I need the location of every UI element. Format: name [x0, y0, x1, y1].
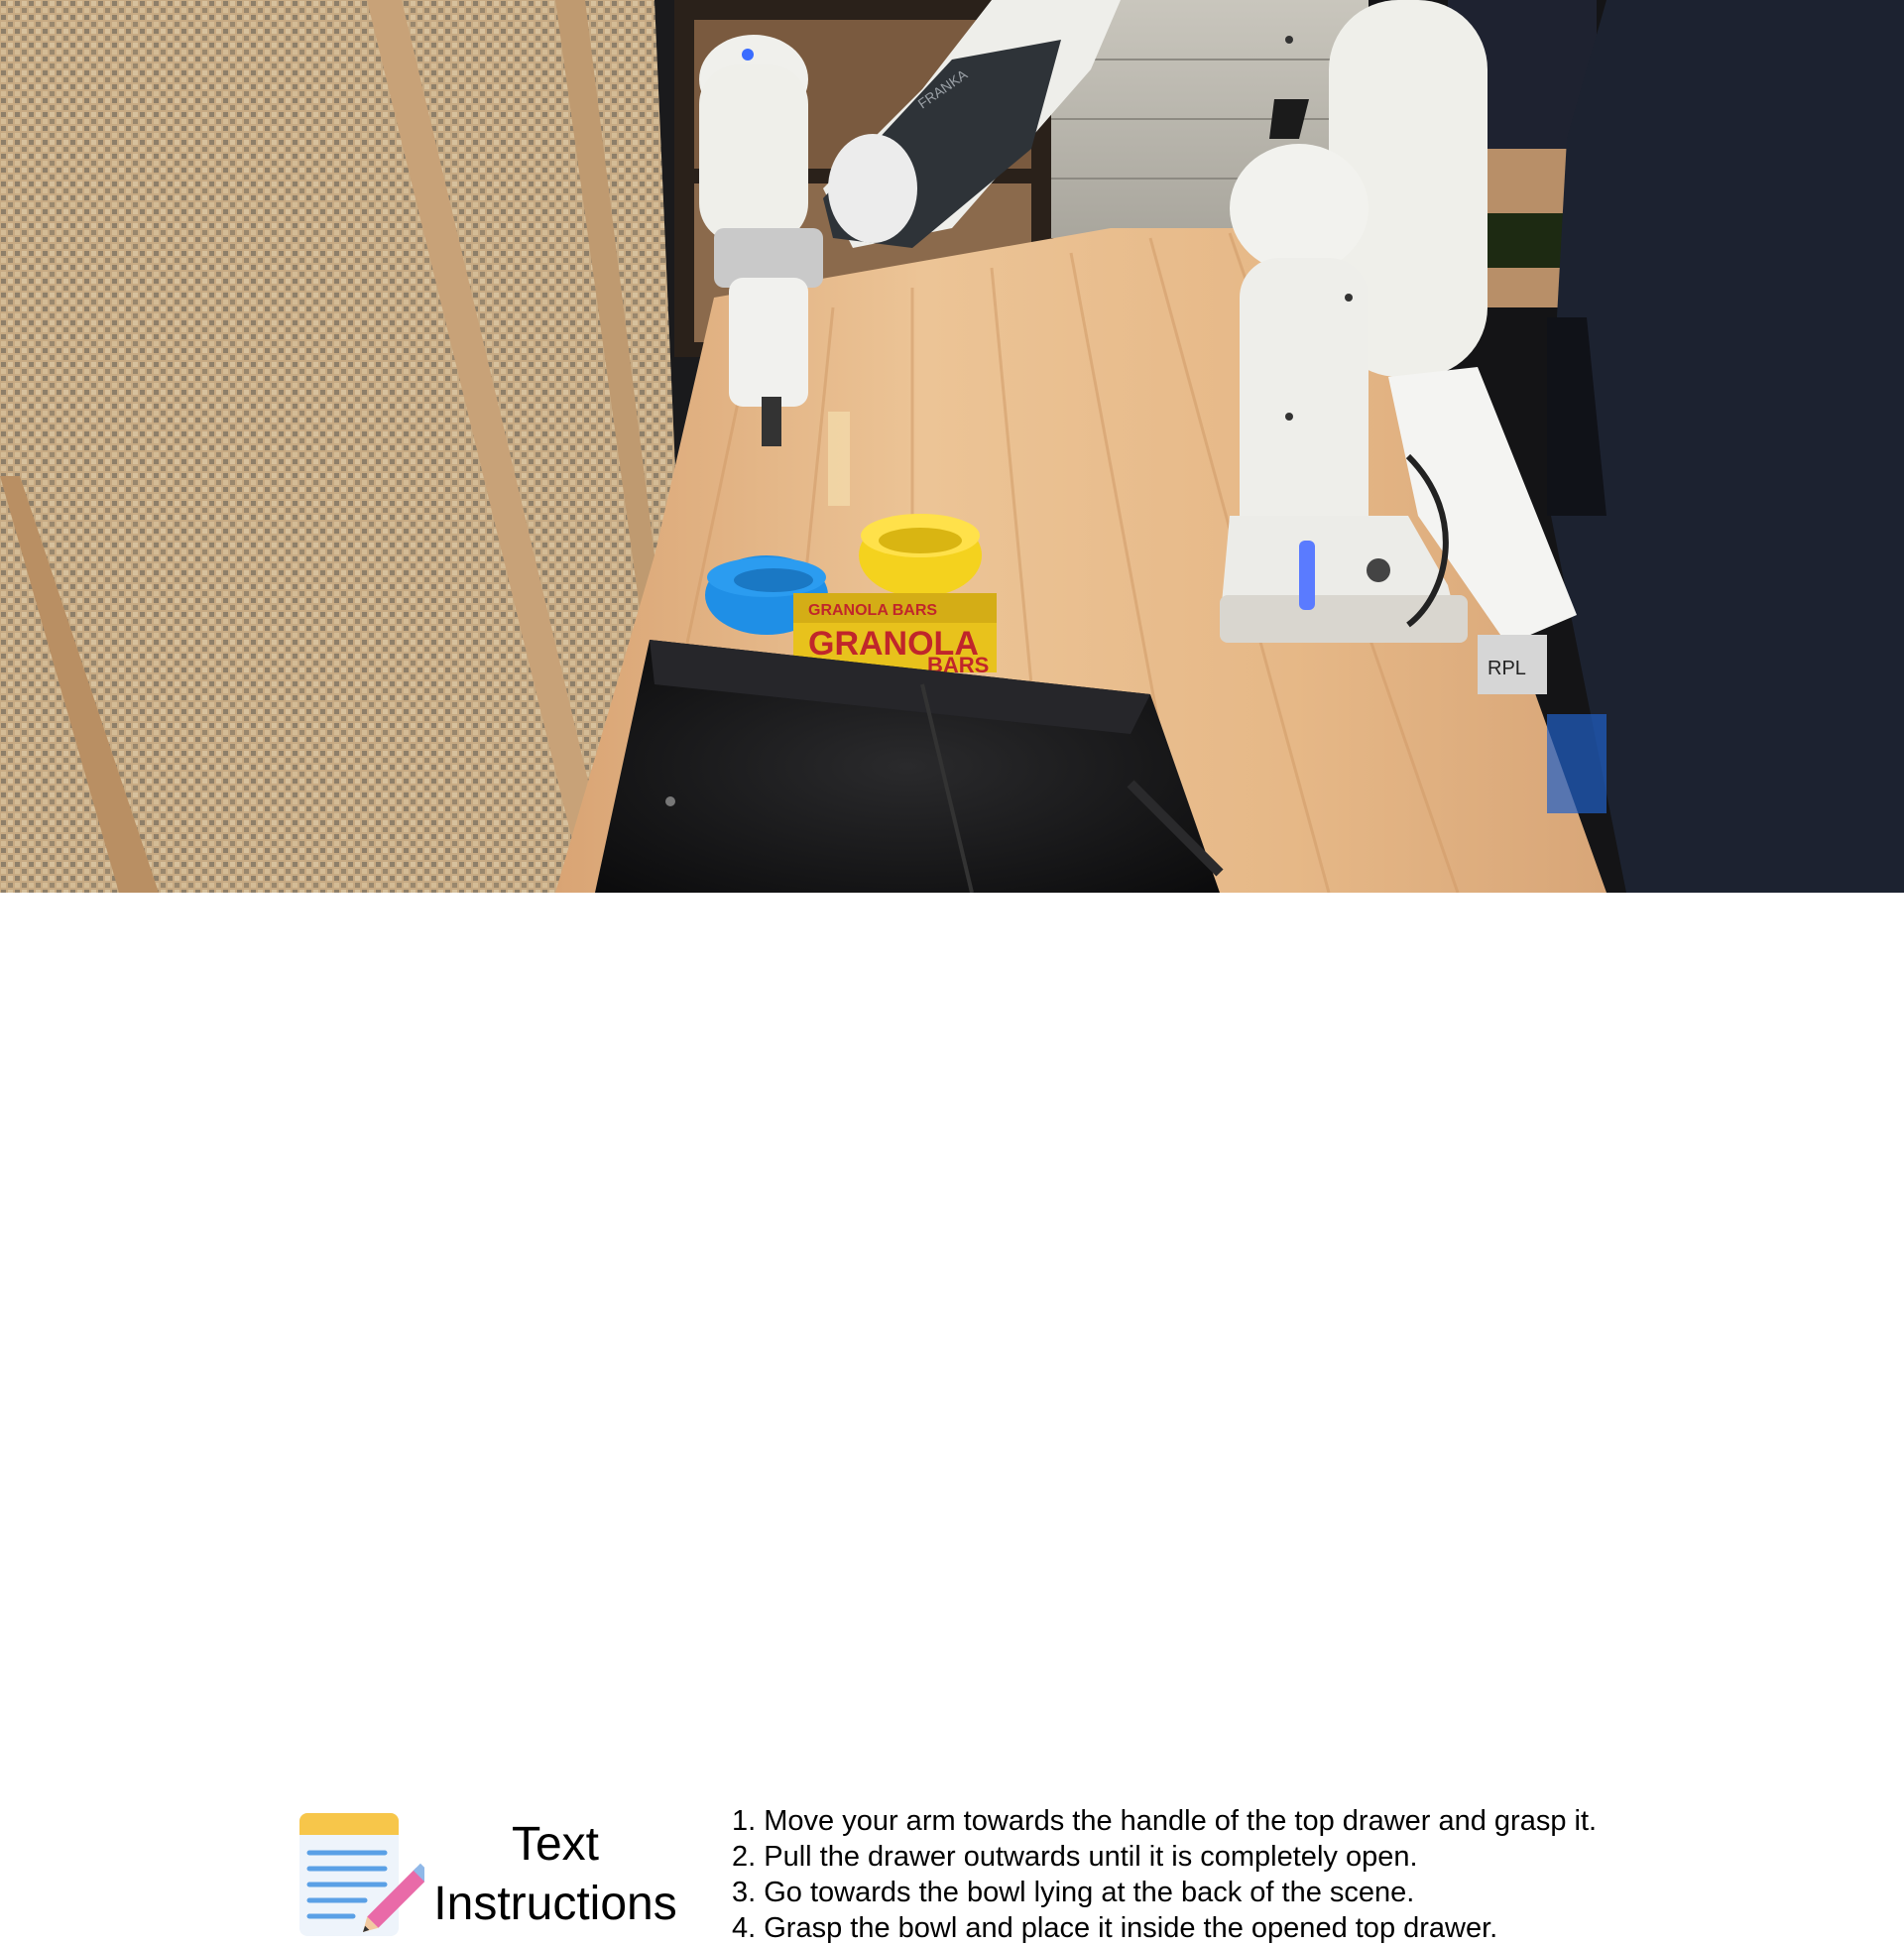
granola-box-top-label: GRANOLA BARS: [808, 602, 937, 619]
instruction-list: 1. Move your arm towards the handle of t…: [732, 1803, 1597, 1946]
panel-title-line2: Instructions: [433, 1878, 677, 1930]
instruction-step: 1. Move your arm towards the handle of t…: [732, 1805, 1598, 1837]
panel-title: Text Instructions: [426, 1815, 684, 1934]
yellow-bowl: [859, 514, 982, 597]
rpl-sticker-label: RPL: [1488, 658, 1526, 679]
notepad-pencil-icon: [299, 1813, 424, 1936]
instruction-step: 2. Pull the drawer outwards until it is …: [732, 1841, 1418, 1873]
status-led-icon: [1299, 541, 1315, 610]
instructions-panel: Text Instructions 1. Move your arm towar…: [0, 893, 1904, 1944]
scene-photo: FRANKA RPL GRANOLA BARS GRANOLA BARS: [0, 0, 1904, 893]
instruction-step: 3. Go towards the bowl lying at the back…: [732, 1877, 1415, 1908]
panel-title-line1: Text: [511, 1818, 600, 1871]
instruction-step: 4. Grasp the bowl and place it inside th…: [732, 1912, 1498, 1944]
